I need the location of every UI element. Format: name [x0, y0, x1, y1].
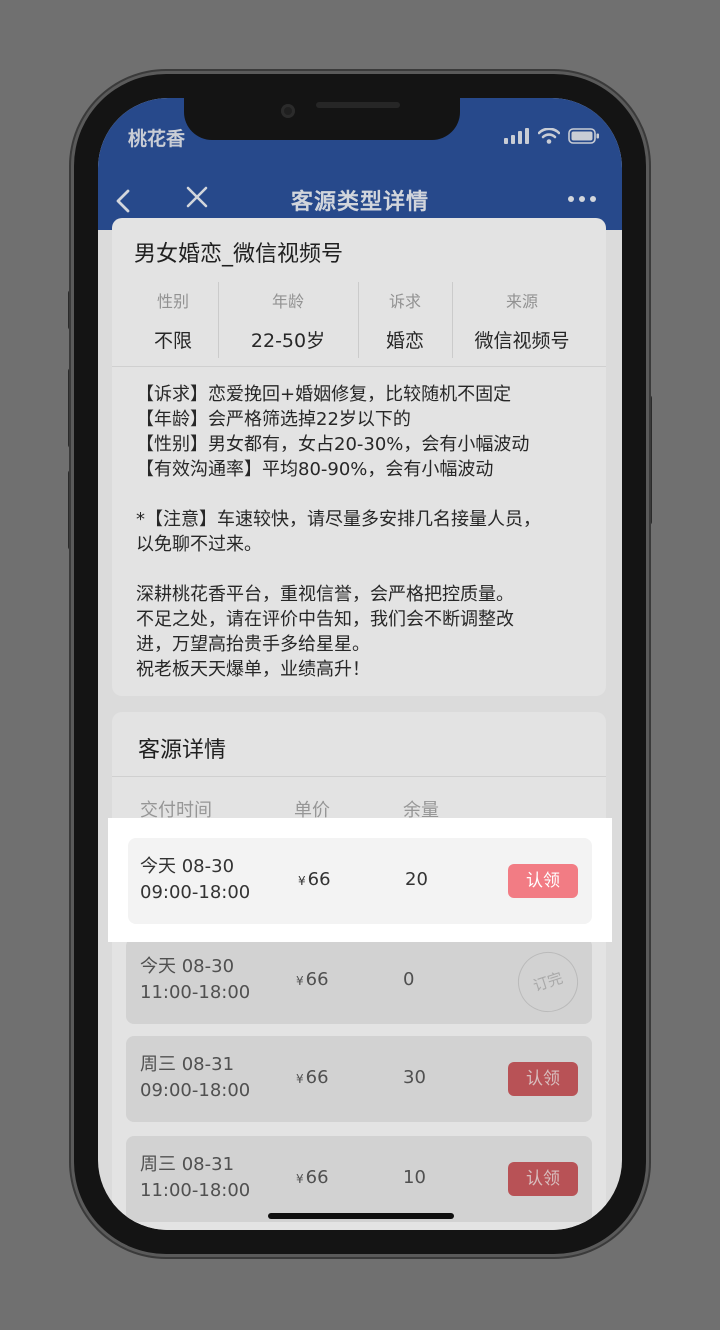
table-row-highlighted: 今天 08-30 09:00-18:00 ¥66 20 认领 — [128, 838, 592, 924]
power-button — [646, 395, 652, 525]
delivery-time: 09:00-18:00 — [140, 882, 251, 903]
unit-price: ¥66 — [298, 869, 331, 890]
remaining-count: 20 — [405, 869, 428, 890]
claim-button[interactable]: 认领 — [508, 864, 578, 898]
delivery-day: 今天 08-30 — [140, 856, 235, 877]
dim-overlay — [98, 98, 622, 1230]
earpiece-speaker — [316, 102, 400, 108]
price-value: 66 — [307, 869, 331, 890]
phone-screen: 桃花香 客源类型详情 男女婚恋_微信视频号 性别 年龄 诉求 来源 不限 22-… — [98, 98, 622, 1230]
currency-symbol: ¥ — [298, 874, 306, 888]
home-indicator[interactable] — [268, 1213, 454, 1219]
front-camera-icon — [281, 104, 295, 118]
